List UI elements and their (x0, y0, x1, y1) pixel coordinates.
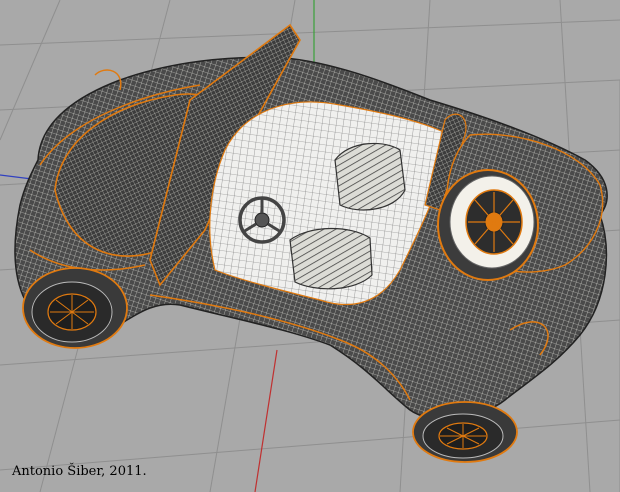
wheel-front-right (412, 401, 518, 463)
car-wireframe-model[interactable] (14, 23, 608, 463)
author-credit: Antonio Šiber, 2011. (12, 464, 147, 479)
x-axis-line (254, 349, 278, 492)
wheel-rear-left (22, 267, 128, 349)
seat-right (289, 227, 373, 290)
seat-left (334, 142, 406, 211)
viewport-scene[interactable] (0, 0, 620, 492)
spare-wheel (437, 169, 539, 281)
3d-viewport[interactable]: Antonio Šiber, 2011. (0, 0, 620, 492)
